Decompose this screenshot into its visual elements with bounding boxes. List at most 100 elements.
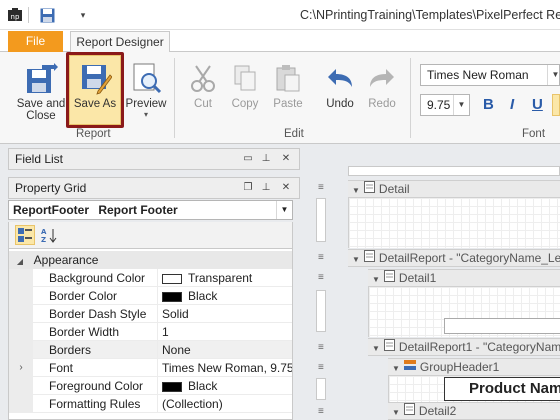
title-bar: np ▾ C:\NPrintingTraining\Templates\Pixe… [0, 0, 560, 30]
property-value-text: Transparent [188, 271, 253, 285]
preview-label: Preview [125, 98, 167, 110]
property-row[interactable]: Formatting Rules (Collection) [9, 395, 292, 413]
band-detail1[interactable]: ▼ Detail1 [368, 269, 560, 287]
tab-report-designer[interactable]: Report Designer [70, 31, 170, 53]
align-left-button[interactable] [552, 94, 560, 116]
object-selector[interactable]: ReportFooter Report Footer ▼ [8, 200, 293, 220]
band-detail2[interactable]: ▼ Detail2 [388, 402, 560, 420]
property-name: Formatting Rules [49, 397, 141, 411]
property-name: Border Width [49, 325, 120, 339]
property-value-text: Times New Roman, 9.75pt [162, 361, 293, 375]
cut-label: Cut [194, 98, 212, 110]
save-and-close-label-line1: Save and [16, 98, 66, 110]
property-value[interactable]: 1 [157, 323, 169, 341]
property-row[interactable]: › Font Times New Roman, 9.75pt [9, 359, 292, 377]
collapse-icon[interactable]: ▼ [372, 340, 380, 355]
product-name-label[interactable]: Product Nam [444, 377, 560, 401]
property-value-text: Solid [162, 307, 189, 321]
property-name: Border Color [49, 289, 118, 303]
italic-button[interactable]: I [510, 96, 514, 113]
property-value[interactable]: None [157, 341, 191, 359]
property-row[interactable]: Background Color Transparent [9, 269, 292, 287]
customize-quick-access-icon[interactable]: ▾ [74, 6, 92, 24]
property-value[interactable]: Solid [157, 305, 189, 323]
property-row[interactable]: Foreground Color Black [9, 377, 292, 395]
maximize-icon[interactable]: ▭ [241, 152, 255, 166]
band-grip-icon[interactable]: ≡ [318, 252, 324, 263]
save-and-close-button[interactable]: Save and Close [14, 58, 68, 122]
collapse-icon[interactable]: ▼ [392, 360, 400, 375]
app-icon[interactable]: np [6, 6, 24, 24]
horizontal-ruler [348, 166, 560, 176]
band-detail-report1[interactable]: ▼ DetailReport1 - "CategoryName [368, 338, 560, 356]
row-gutter [9, 269, 33, 287]
save-as-button[interactable]: Save As [69, 58, 121, 110]
property-value[interactable]: Black [157, 287, 217, 305]
restore-icon[interactable]: ❐ [241, 181, 255, 195]
expand-icon[interactable]: › [9, 359, 33, 377]
copy-label: Copy [231, 98, 259, 110]
bold-button[interactable]: B [483, 96, 494, 113]
font-size-combo[interactable]: 9.75 ▼ [420, 94, 470, 116]
property-row[interactable]: Borders None [9, 341, 292, 359]
property-row[interactable]: Border Color Black [9, 287, 292, 305]
band-detail[interactable]: ▼ Detail [348, 180, 560, 198]
paste-button[interactable]: Paste [268, 58, 308, 110]
copy-button[interactable]: Copy [226, 58, 264, 110]
category-appearance[interactable]: ◢ Appearance [9, 251, 292, 269]
tab-file[interactable]: File [8, 31, 63, 52]
categorized-view-button[interactable] [15, 225, 35, 245]
cut-button[interactable]: Cut [184, 58, 222, 110]
redo-button[interactable]: Redo [362, 58, 402, 110]
edit-group-label: Edit [284, 128, 304, 140]
property-value[interactable]: Times New Roman, 9.75pt [157, 359, 293, 377]
row-gutter [9, 287, 33, 305]
chevron-down-icon[interactable]: ▼ [276, 201, 292, 219]
property-value-text: 1 [162, 325, 169, 339]
alphabetical-view-button[interactable]: AZ [39, 225, 59, 245]
pin-icon[interactable]: ⊥ [259, 152, 273, 166]
detail1-field-box[interactable] [444, 318, 560, 334]
report-group-label: Report [76, 128, 111, 140]
band-group-header1[interactable]: ▼ GroupHeader1 [388, 358, 560, 376]
save-and-close-label-line2: Close [26, 110, 56, 122]
preview-dropdown-icon[interactable]: ▾ [124, 110, 168, 119]
underline-button[interactable]: U [532, 96, 543, 113]
divider [28, 7, 29, 23]
band-detail-report[interactable]: ▼ DetailReport - "CategoryName_Lev [348, 249, 560, 267]
property-value[interactable]: Black [157, 377, 217, 395]
property-row[interactable]: Border Width 1 [9, 323, 292, 341]
band-icon [383, 270, 395, 286]
band-grip-icon[interactable]: ≡ [318, 272, 324, 283]
ribbon-separator [410, 58, 411, 138]
collapse-icon[interactable]: ▼ [352, 182, 360, 197]
preview-button[interactable]: Preview ▾ [124, 58, 168, 119]
property-value[interactable]: Transparent [157, 269, 252, 287]
close-icon[interactable]: ✕ [279, 152, 293, 166]
font-name-combo[interactable]: Times New Roman ▼ [420, 64, 560, 86]
chevron-down-icon[interactable]: ▼ [547, 65, 560, 85]
collapse-icon[interactable]: ▼ [392, 404, 400, 419]
band-grip-icon[interactable]: ≡ [318, 406, 324, 417]
collapse-icon[interactable]: ▼ [352, 251, 360, 266]
collapse-icon[interactable]: ▼ [372, 271, 380, 286]
row-gutter [9, 341, 33, 359]
close-icon[interactable]: ✕ [279, 181, 293, 195]
band-grip-icon[interactable]: ≡ [318, 182, 324, 193]
pin-icon[interactable]: ⊥ [259, 181, 273, 195]
band-icon [363, 181, 375, 197]
undo-button[interactable]: Undo [320, 58, 360, 110]
detail-band-area[interactable] [348, 198, 560, 248]
band-grip-icon[interactable]: ≡ [318, 362, 324, 373]
property-value-text: Black [188, 289, 218, 303]
property-grid-toolbar: AZ [8, 222, 293, 248]
property-row[interactable]: Border Dash Style Solid [9, 305, 292, 323]
redo-icon [362, 58, 402, 98]
font-name-value: Times New Roman [427, 68, 529, 82]
chevron-down-icon[interactable]: ▼ [453, 95, 469, 115]
selected-object-type: Report Footer [98, 203, 178, 217]
property-value[interactable]: (Collection) [157, 395, 223, 413]
undo-label: Undo [326, 98, 354, 110]
band-grip-icon[interactable]: ≡ [318, 342, 324, 353]
save-icon[interactable] [38, 6, 56, 24]
